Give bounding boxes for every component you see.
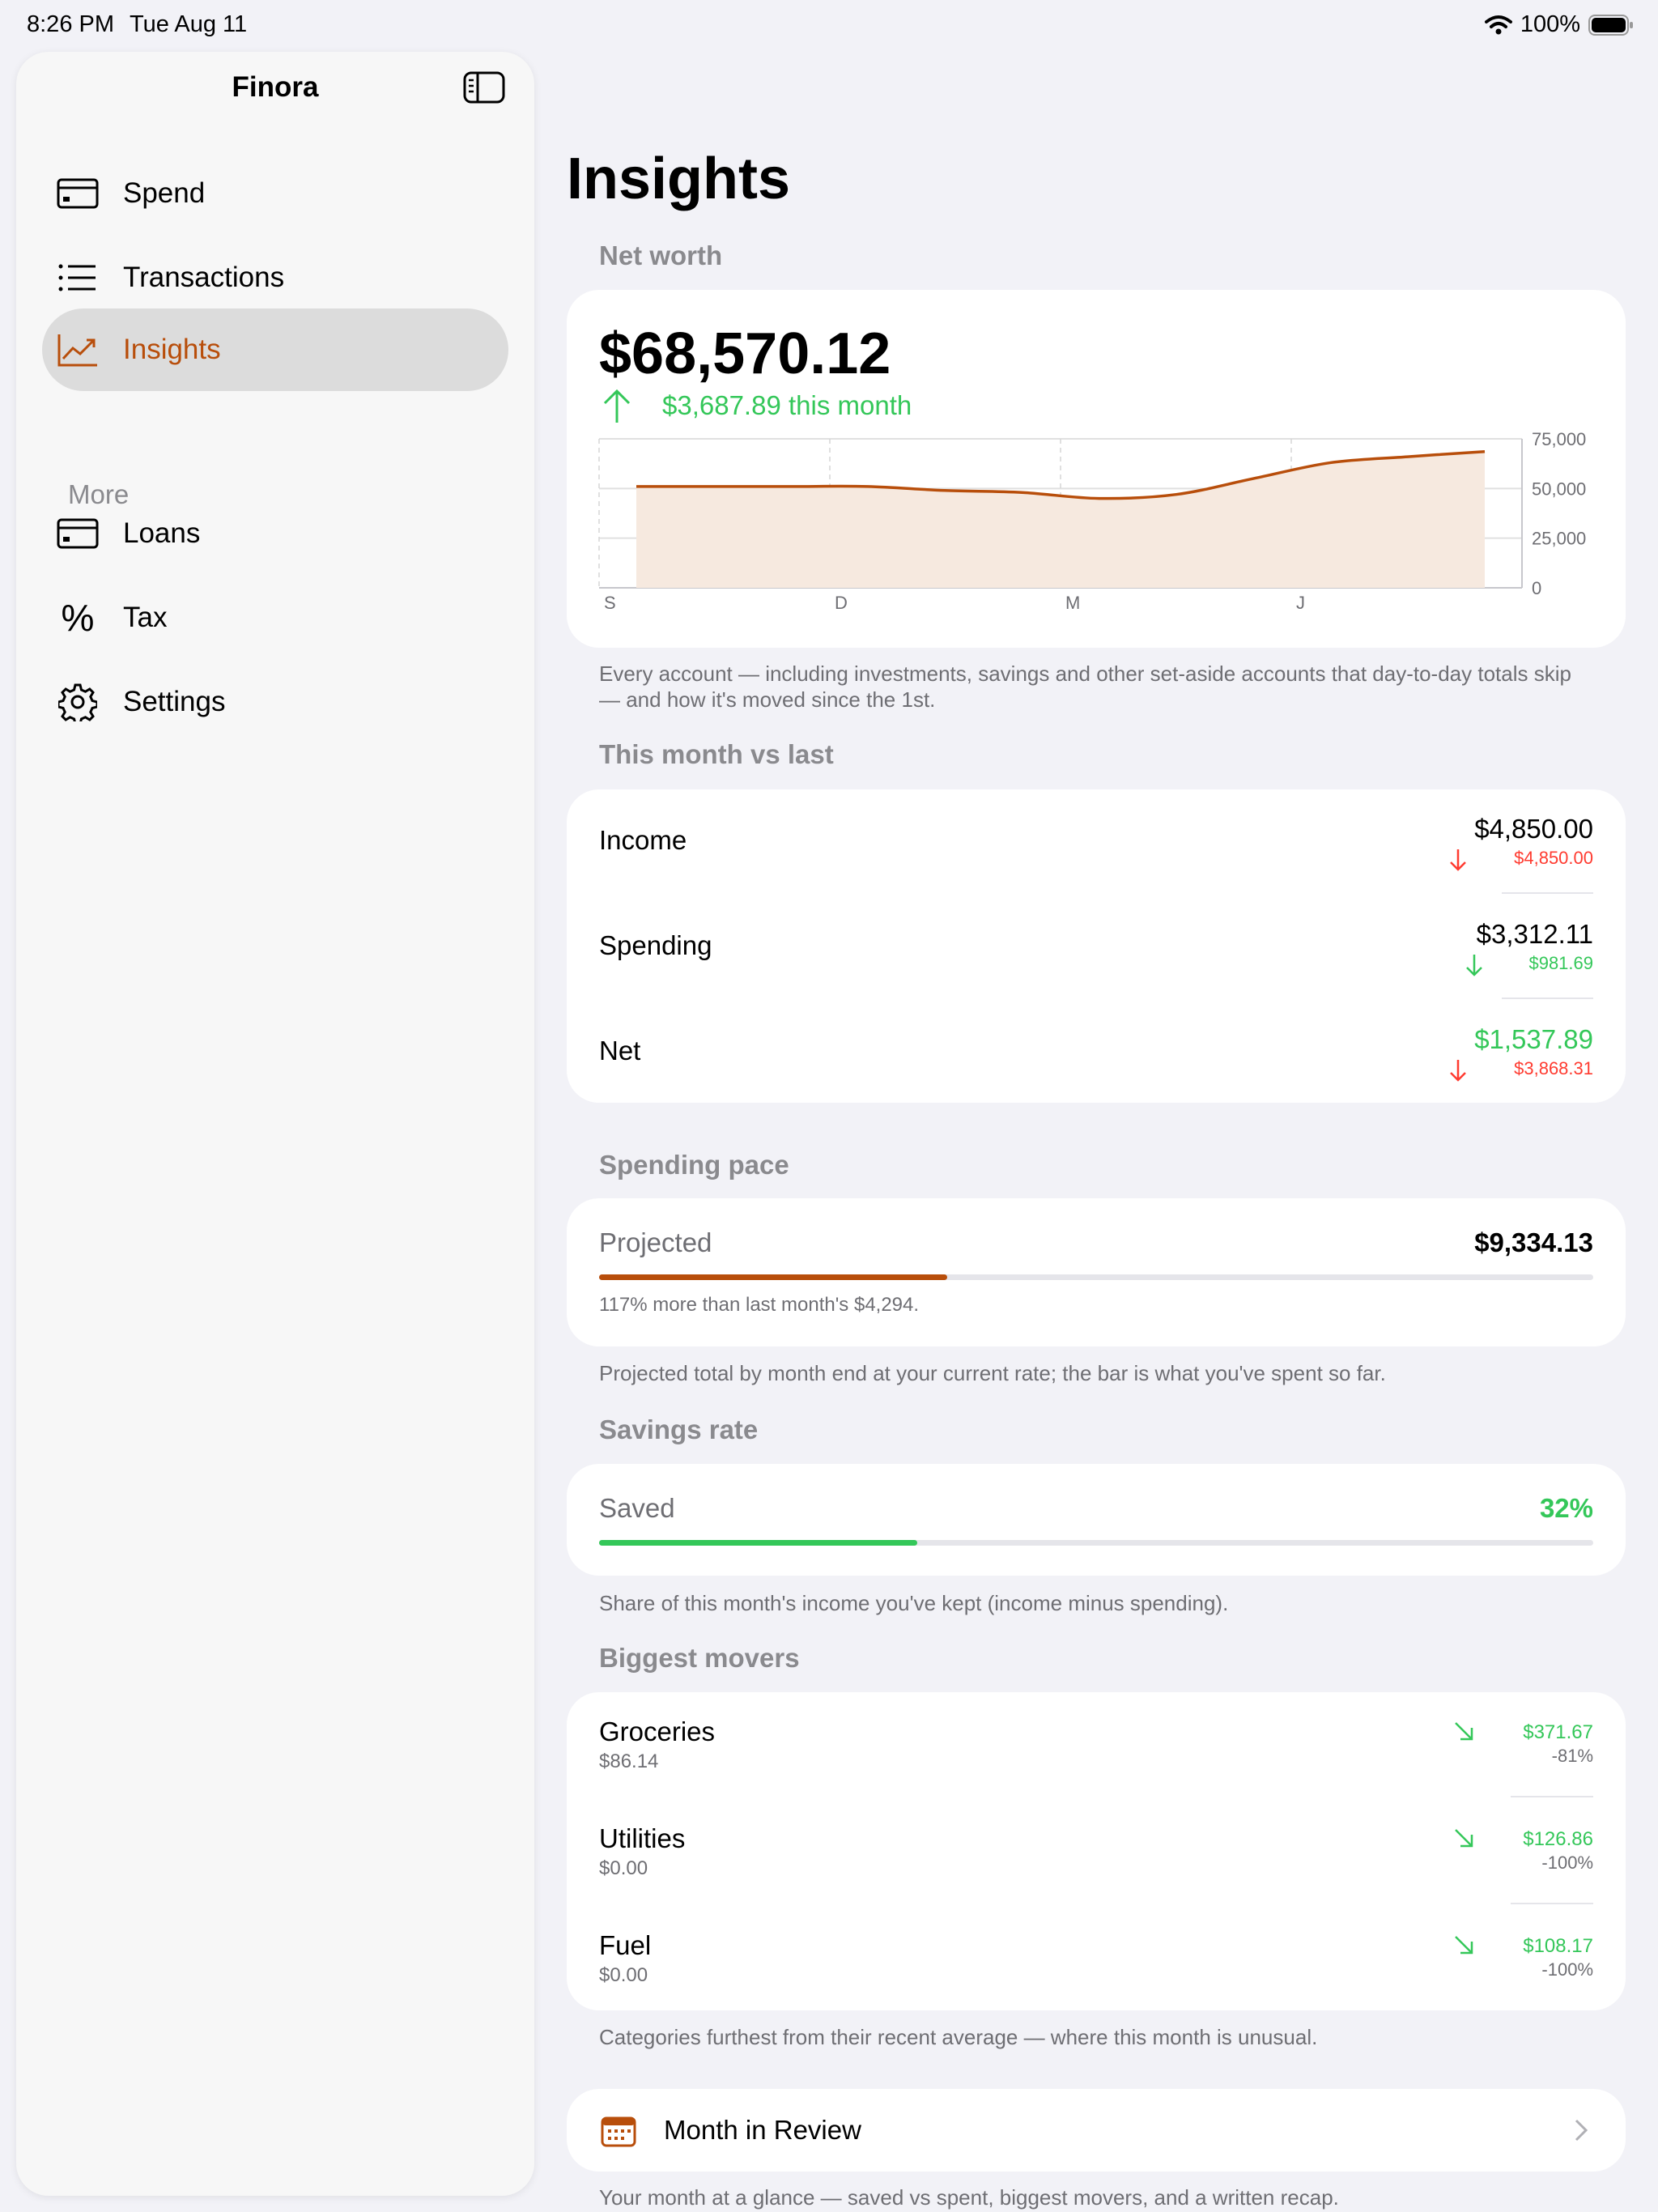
y-tick-label: 0	[1532, 578, 1541, 598]
status-bar: 8:26 PM Tue Aug 11 100%	[0, 0, 1658, 50]
savings-label: Saved	[599, 1493, 675, 1523]
pace-progress-bar	[599, 1274, 1593, 1280]
y-tick-label: 25,000	[1532, 529, 1586, 549]
sidebar-item-insights[interactable]: Insights	[42, 308, 508, 391]
comparison-delta: $4,850.00	[1514, 848, 1593, 868]
pace-value: $9,334.13	[1474, 1227, 1593, 1257]
gear-icon	[55, 679, 100, 725]
savings-progress-bar	[599, 1540, 1593, 1546]
section-heading-comparison: This month vs last	[599, 739, 834, 769]
mover-previous: $0.00	[599, 1857, 648, 1879]
percent-icon: %	[61, 597, 95, 639]
status-time: 8:26 PM	[27, 11, 114, 37]
arrow-down-icon	[1450, 849, 1466, 871]
trend-chart-icon	[55, 327, 100, 372]
net-worth-footnote: Every account — including investments, s…	[599, 661, 1571, 712]
mover-percent: -81%	[1551, 1746, 1593, 1766]
arrow-down-right-icon	[1455, 1829, 1473, 1848]
y-tick-label: 50,000	[1532, 479, 1586, 499]
mover-previous: $86.14	[599, 1750, 659, 1772]
chart-area-fill	[636, 451, 1485, 588]
month-review-footnote: Your month at a glance — saved vs spent,…	[599, 2185, 1339, 2210]
mover-amount: $371.67	[1523, 1721, 1593, 1743]
movers-footnote: Categories furthest from their recent av…	[599, 2025, 1318, 2049]
sidebar-item-label: Insights	[123, 334, 221, 365]
comparison-value: $1,537.89	[1474, 1024, 1593, 1054]
sidebar-item-settings[interactable]: Settings	[42, 661, 508, 743]
credit-card-icon	[55, 171, 100, 216]
mover-percent: -100%	[1541, 1959, 1593, 1980]
section-heading-movers: Biggest movers	[599, 1643, 800, 1673]
sidebar-item-tax[interactable]: % Tax	[42, 576, 508, 659]
sidebar-item-spend[interactable]: Spend	[42, 152, 508, 235]
battery-percent: 100%	[1520, 11, 1580, 37]
section-heading-savings-rate: Savings rate	[599, 1414, 759, 1444]
mover-name: Utilities	[599, 1823, 686, 1853]
net-worth-chart: 75,000 50,000 25,000 0 S D M J	[598, 429, 1586, 613]
mover-previous: $0.00	[599, 1964, 648, 1986]
list-icon	[55, 255, 100, 300]
sidebar-item-label: Loans	[123, 517, 201, 549]
x-tick-label: J	[1296, 593, 1305, 613]
row-divider	[1511, 1796, 1593, 1797]
pace-footnote: Projected total by month end at your cur…	[599, 1361, 1386, 1385]
movers-card: Groceries $86.14 $371.67 -81% Utilities …	[567, 1692, 1626, 2010]
net-worth-card: $68,570.12 $3,687.89 this month 75,000 50…	[567, 290, 1626, 648]
section-heading-net-worth: Net worth	[599, 240, 723, 270]
credit-card-icon	[55, 511, 100, 556]
arrow-down-right-icon	[1455, 1936, 1473, 1955]
comparison-delta: $981.69	[1528, 953, 1593, 973]
wifi-icon	[1484, 15, 1512, 34]
sidebar: Finora Spend Transactions Insights More …	[16, 52, 534, 2196]
pace-progress-fill	[599, 1274, 947, 1280]
sidebar-toggle-icon[interactable]	[463, 70, 505, 105]
chevron-right-icon	[1575, 2119, 1588, 2142]
sidebar-item-label: Spend	[123, 177, 206, 209]
sidebar-item-label: Transactions	[123, 262, 285, 293]
savings-value: 32%	[1539, 1493, 1593, 1523]
sidebar-item-loans[interactable]: Loans	[42, 492, 508, 575]
mover-percent: -100%	[1541, 1853, 1593, 1873]
sidebar-item-transactions[interactable]: Transactions	[42, 236, 508, 319]
savings-progress-fill	[599, 1540, 917, 1546]
mover-name: Fuel	[599, 1930, 652, 1960]
calendar-icon	[601, 2116, 636, 2147]
status-right: 100%	[1484, 11, 1634, 38]
row-divider	[1511, 1903, 1593, 1904]
comparison-value: $4,850.00	[1474, 814, 1593, 844]
y-tick-label: 75,000	[1532, 429, 1586, 449]
row-divider	[1502, 892, 1593, 894]
page-title: Insights	[567, 147, 791, 211]
spending-pace-card: Projected $9,334.13 117% more than last …	[567, 1198, 1626, 1346]
comparison-label: Net	[599, 1036, 641, 1066]
arrow-down-right-icon	[1455, 1722, 1473, 1741]
arrow-down-icon	[1450, 1060, 1466, 1082]
status-date: Tue Aug 11	[130, 11, 248, 37]
month-in-review-label: Month in Review	[664, 2115, 861, 2145]
sidebar-item-label: Settings	[123, 686, 226, 717]
comparison-delta: $3,868.31	[1514, 1058, 1593, 1078]
month-in-review-row[interactable]: Month in Review	[567, 2089, 1626, 2172]
sidebar-item-label: Tax	[123, 602, 168, 633]
pace-note: 117% more than last month's $4,294.	[599, 1294, 920, 1316]
x-tick-label: S	[604, 593, 616, 613]
mover-amount: $108.17	[1523, 1935, 1593, 1957]
section-heading-spending-pace: Spending pace	[599, 1150, 789, 1180]
arrow-down-icon	[1466, 955, 1482, 976]
comparison-card: Income $4,850.00 $4,850.00 Spending $3,3…	[567, 789, 1626, 1103]
comparison-label: Income	[599, 825, 687, 855]
app-title: Finora	[232, 71, 319, 103]
row-divider	[1502, 998, 1593, 999]
savings-rate-card: Saved 32%	[567, 1464, 1626, 1576]
mover-name: Groceries	[599, 1716, 716, 1746]
pace-label: Projected	[599, 1227, 712, 1257]
x-tick-label: M	[1065, 593, 1080, 613]
x-tick-label: D	[835, 593, 848, 613]
comparison-value: $3,312.11	[1476, 919, 1593, 949]
mover-amount: $126.86	[1523, 1828, 1593, 1850]
battery-icon	[1588, 14, 1633, 36]
savings-footnote: Share of this month's income you've kept…	[599, 1591, 1229, 1615]
comparison-label: Spending	[599, 930, 712, 960]
